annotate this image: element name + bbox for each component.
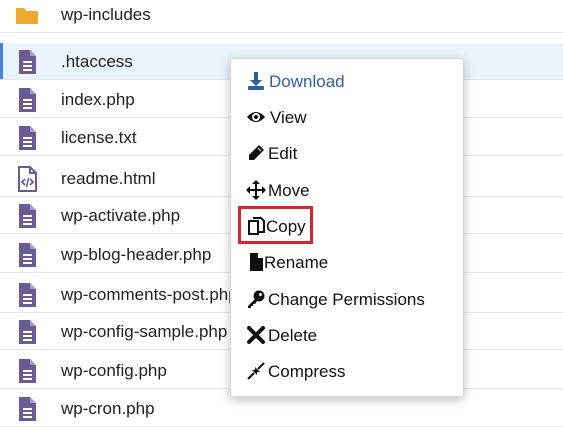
menu-item-label: Compress	[268, 362, 346, 381]
file-text-icon	[19, 204, 36, 228]
file-icon	[250, 253, 263, 271]
file-name: .htaccess	[61, 52, 133, 71]
key-icon	[248, 290, 265, 308]
file-text-icon	[19, 50, 36, 74]
menu-item-compress[interactable]: Compress	[231, 356, 463, 386]
menu-item-label: View	[270, 108, 307, 127]
folder-icon	[16, 8, 38, 24]
copy-icon	[248, 217, 265, 235]
file-name: wp-config-sample.php	[61, 322, 228, 341]
menu-item-copy[interactable]: Copy	[231, 206, 463, 244]
file-name: wp-config.php	[61, 361, 167, 380]
menu-item-label: Copy	[266, 217, 306, 236]
move-arrows-icon	[246, 180, 266, 200]
menu-item-rename[interactable]: Rename	[231, 247, 463, 277]
file-name: wp-cron.php	[61, 399, 155, 418]
file-text-icon	[19, 126, 36, 150]
file-text-icon	[19, 359, 36, 383]
menu-item-label: Rename	[264, 253, 329, 272]
menu-item-view[interactable]: View	[231, 102, 463, 132]
menu-item-label: Delete	[268, 326, 318, 345]
eye-icon	[247, 112, 265, 122]
download-icon	[248, 72, 264, 90]
file-text-icon	[19, 320, 36, 344]
selection-bar	[0, 43, 3, 79]
file-code-icon	[18, 166, 37, 192]
file-text-icon	[19, 88, 36, 112]
file-text-icon	[19, 243, 36, 267]
menu-item-change-permissions[interactable]: Change Permissions	[231, 284, 463, 314]
pencil-icon	[249, 145, 264, 160]
file-text-icon	[19, 397, 36, 421]
menu-item-label: Edit	[268, 144, 298, 163]
menu-item-delete[interactable]: Delete	[231, 320, 463, 350]
x-icon	[247, 326, 265, 344]
compress-icon	[247, 362, 265, 380]
menu-item-label: Change Permissions	[268, 290, 425, 309]
context-menu: Download View Edit Move Copy Rename Chan…	[230, 58, 464, 397]
menu-item-label: Move	[268, 181, 310, 200]
file-text-icon	[19, 283, 36, 307]
menu-item-label: Download	[269, 72, 345, 91]
file-name: index.php	[61, 90, 135, 109]
file-name: readme.html	[61, 169, 156, 188]
file-name: wp-activate.php	[61, 206, 181, 225]
file-name: wp-includes	[61, 5, 151, 24]
menu-item-move[interactable]: Move	[231, 175, 463, 205]
file-row-wp-includes[interactable]: wp-includes	[0, 0, 563, 33]
menu-item-edit[interactable]: Edit	[231, 138, 463, 168]
menu-item-download[interactable]: Download	[231, 66, 463, 96]
file-name: wp-blog-header.php	[61, 245, 212, 264]
file-name: wp-comments-post.php	[61, 285, 238, 304]
file-name: license.txt	[61, 128, 137, 147]
